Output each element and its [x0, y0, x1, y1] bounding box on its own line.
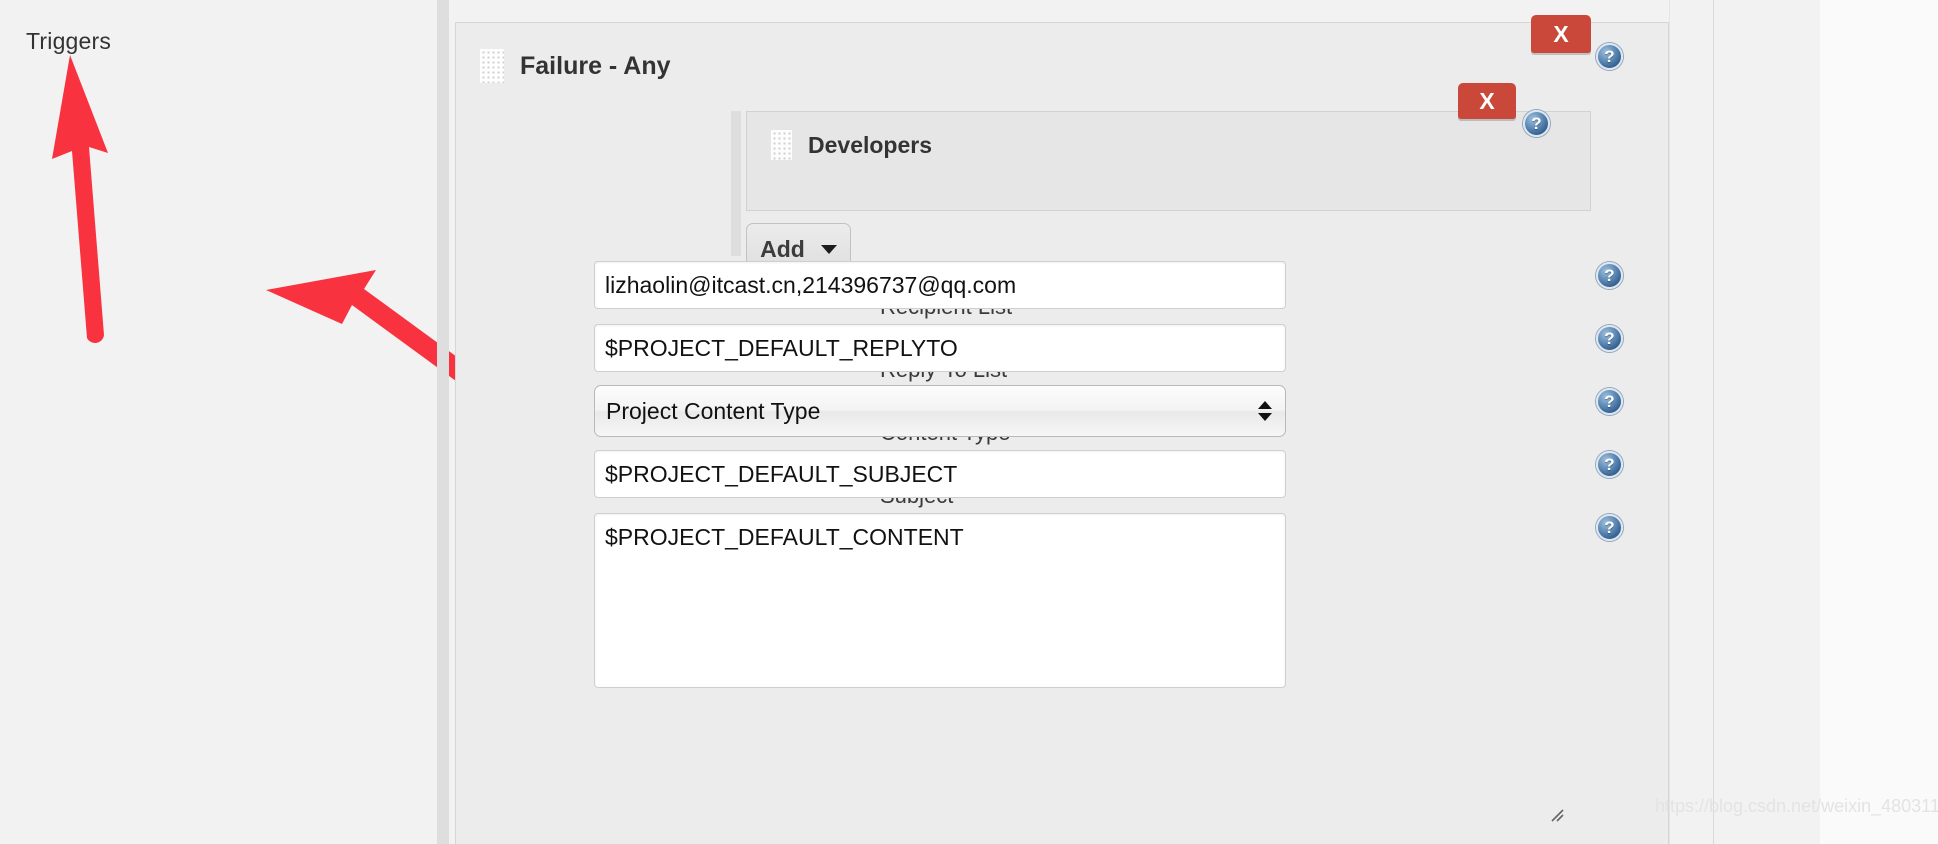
chevron-down-icon — [820, 244, 837, 254]
left-pane: Triggers — [0, 0, 437, 844]
help-icon-send-to[interactable]: ? — [1523, 110, 1550, 137]
close-trigger-panel-button[interactable]: X — [1531, 15, 1591, 53]
help-icon-content-type[interactable]: ? — [1596, 388, 1623, 415]
screen-root: Triggers Failure - Any Send To Developer… — [0, 0, 1938, 844]
help-icon-recipient-list[interactable]: ? — [1596, 262, 1623, 289]
drag-grip-icon[interactable] — [771, 130, 792, 160]
right-vertical-divider — [1713, 0, 1714, 844]
far-right-pane — [1820, 0, 1938, 844]
trigger-panel-failure-any: Failure - Any Send To Developers Add Rec… — [455, 22, 1669, 844]
help-icon-content[interactable]: ? — [1596, 514, 1623, 541]
select-stepper-arrows-icon — [1258, 401, 1272, 421]
add-button-label: Add — [760, 235, 805, 262]
right-gutter — [1669, 0, 1820, 844]
send-to-drag-rail[interactable] — [731, 111, 741, 256]
send-to-item-label: Developers — [808, 131, 933, 158]
help-icon-trigger-panel[interactable]: ? — [1596, 43, 1623, 70]
trigger-panel-header: Failure - Any — [480, 49, 671, 83]
subject-input[interactable] — [594, 450, 1286, 498]
content-type-select[interactable]: Project Content Type — [594, 385, 1286, 437]
send-to-item-developers[interactable]: Developers — [771, 130, 932, 160]
help-icon-reply-to-list[interactable]: ? — [1596, 325, 1623, 352]
triggers-label: Triggers — [26, 28, 112, 54]
send-to-recipient-box: Developers — [746, 111, 1591, 211]
content-type-selected-value: Project Content Type — [606, 397, 821, 424]
drag-grip-icon[interactable] — [480, 49, 504, 83]
watermark-text: https://blog.csdn.net/weixin_48031104 — [1655, 796, 1938, 816]
help-icon-subject[interactable]: ? — [1596, 451, 1623, 478]
content-textarea[interactable] — [594, 513, 1286, 688]
reply-to-list-input[interactable] — [594, 324, 1286, 372]
trigger-panel-title: Failure - Any — [520, 51, 671, 80]
recipient-list-input[interactable] — [594, 261, 1286, 309]
remove-send-to-item-button[interactable]: X — [1458, 83, 1516, 119]
